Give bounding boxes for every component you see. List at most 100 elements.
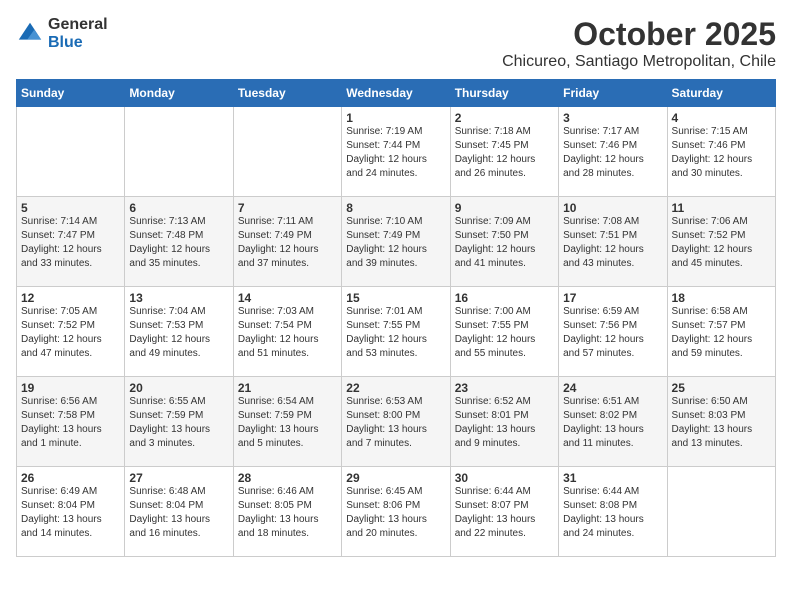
calendar-cell: 18Sunrise: 6:58 AMSunset: 7:57 PMDayligh…	[667, 287, 775, 377]
calendar-cell: 4Sunrise: 7:15 AMSunset: 7:46 PMDaylight…	[667, 107, 775, 197]
day-number: 20	[129, 381, 228, 395]
cell-info: Sunrise: 6:49 AMSunset: 8:04 PMDaylight:…	[21, 485, 120, 541]
calendar-cell: 20Sunrise: 6:55 AMSunset: 7:59 PMDayligh…	[125, 377, 233, 467]
calendar-cell: 25Sunrise: 6:50 AMSunset: 8:03 PMDayligh…	[667, 377, 775, 467]
day-number: 7	[238, 201, 337, 215]
calendar-cell	[667, 467, 775, 557]
cell-info: Sunrise: 7:10 AMSunset: 7:49 PMDaylight:…	[346, 215, 445, 271]
day-number: 26	[21, 471, 120, 485]
day-number: 30	[455, 471, 554, 485]
day-header-monday: Monday	[125, 80, 233, 107]
calendar-cell: 1Sunrise: 7:19 AMSunset: 7:44 PMDaylight…	[342, 107, 450, 197]
calendar-cell: 13Sunrise: 7:04 AMSunset: 7:53 PMDayligh…	[125, 287, 233, 377]
day-header-thursday: Thursday	[450, 80, 558, 107]
cell-info: Sunrise: 7:11 AMSunset: 7:49 PMDaylight:…	[238, 215, 337, 271]
calendar-cell	[17, 107, 125, 197]
day-number: 11	[672, 201, 771, 215]
cell-info: Sunrise: 6:45 AMSunset: 8:06 PMDaylight:…	[346, 485, 445, 541]
cell-info: Sunrise: 7:06 AMSunset: 7:52 PMDaylight:…	[672, 215, 771, 271]
day-header-friday: Friday	[559, 80, 667, 107]
day-number: 12	[21, 291, 120, 305]
calendar-cell: 14Sunrise: 7:03 AMSunset: 7:54 PMDayligh…	[233, 287, 341, 377]
day-number: 23	[455, 381, 554, 395]
calendar-cell: 31Sunrise: 6:44 AMSunset: 8:08 PMDayligh…	[559, 467, 667, 557]
cell-info: Sunrise: 6:53 AMSunset: 8:00 PMDaylight:…	[346, 395, 445, 451]
day-number: 15	[346, 291, 445, 305]
cell-info: Sunrise: 7:01 AMSunset: 7:55 PMDaylight:…	[346, 305, 445, 361]
day-header-tuesday: Tuesday	[233, 80, 341, 107]
cell-info: Sunrise: 7:18 AMSunset: 7:45 PMDaylight:…	[455, 125, 554, 181]
calendar-cell: 9Sunrise: 7:09 AMSunset: 7:50 PMDaylight…	[450, 197, 558, 287]
week-row-2: 5Sunrise: 7:14 AMSunset: 7:47 PMDaylight…	[17, 197, 776, 287]
day-number: 24	[563, 381, 662, 395]
day-number: 6	[129, 201, 228, 215]
calendar-cell: 21Sunrise: 6:54 AMSunset: 7:59 PMDayligh…	[233, 377, 341, 467]
calendar-cell: 24Sunrise: 6:51 AMSunset: 8:02 PMDayligh…	[559, 377, 667, 467]
calendar-cell: 11Sunrise: 7:06 AMSunset: 7:52 PMDayligh…	[667, 197, 775, 287]
day-number: 1	[346, 111, 445, 125]
cell-info: Sunrise: 7:09 AMSunset: 7:50 PMDaylight:…	[455, 215, 554, 271]
logo-blue: Blue	[48, 34, 83, 51]
calendar-cell: 2Sunrise: 7:18 AMSunset: 7:45 PMDaylight…	[450, 107, 558, 197]
calendar-cell: 22Sunrise: 6:53 AMSunset: 8:00 PMDayligh…	[342, 377, 450, 467]
cell-info: Sunrise: 6:58 AMSunset: 7:57 PMDaylight:…	[672, 305, 771, 361]
cell-info: Sunrise: 6:59 AMSunset: 7:56 PMDaylight:…	[563, 305, 662, 361]
day-header-saturday: Saturday	[667, 80, 775, 107]
day-number: 13	[129, 291, 228, 305]
cell-info: Sunrise: 7:15 AMSunset: 7:46 PMDaylight:…	[672, 125, 771, 181]
calendar-cell: 27Sunrise: 6:48 AMSunset: 8:04 PMDayligh…	[125, 467, 233, 557]
calendar-cell: 30Sunrise: 6:44 AMSunset: 8:07 PMDayligh…	[450, 467, 558, 557]
cell-info: Sunrise: 6:46 AMSunset: 8:05 PMDaylight:…	[238, 485, 337, 541]
day-number: 3	[563, 111, 662, 125]
week-row-1: 1Sunrise: 7:19 AMSunset: 7:44 PMDaylight…	[17, 107, 776, 197]
day-number: 9	[455, 201, 554, 215]
title-block: October 2025 Chicureo, Santiago Metropol…	[502, 16, 776, 71]
calendar-cell: 19Sunrise: 6:56 AMSunset: 7:58 PMDayligh…	[17, 377, 125, 467]
cell-info: Sunrise: 6:44 AMSunset: 8:08 PMDaylight:…	[563, 485, 662, 541]
day-number: 21	[238, 381, 337, 395]
day-number: 17	[563, 291, 662, 305]
logo-icon	[16, 20, 44, 48]
cell-info: Sunrise: 6:44 AMSunset: 8:07 PMDaylight:…	[455, 485, 554, 541]
day-number: 2	[455, 111, 554, 125]
calendar-cell	[233, 107, 341, 197]
cell-info: Sunrise: 7:08 AMSunset: 7:51 PMDaylight:…	[563, 215, 662, 271]
day-number: 31	[563, 471, 662, 485]
cell-info: Sunrise: 6:52 AMSunset: 8:01 PMDaylight:…	[455, 395, 554, 451]
cell-info: Sunrise: 6:56 AMSunset: 7:58 PMDaylight:…	[21, 395, 120, 451]
calendar-cell: 17Sunrise: 6:59 AMSunset: 7:56 PMDayligh…	[559, 287, 667, 377]
calendar-cell: 12Sunrise: 7:05 AMSunset: 7:52 PMDayligh…	[17, 287, 125, 377]
cell-info: Sunrise: 7:14 AMSunset: 7:47 PMDaylight:…	[21, 215, 120, 271]
day-number: 10	[563, 201, 662, 215]
cell-info: Sunrise: 6:55 AMSunset: 7:59 PMDaylight:…	[129, 395, 228, 451]
logo-general: General	[48, 16, 108, 33]
calendar-cell: 6Sunrise: 7:13 AMSunset: 7:48 PMDaylight…	[125, 197, 233, 287]
calendar-cell: 16Sunrise: 7:00 AMSunset: 7:55 PMDayligh…	[450, 287, 558, 377]
day-number: 14	[238, 291, 337, 305]
day-number: 5	[21, 201, 120, 215]
cell-info: Sunrise: 6:50 AMSunset: 8:03 PMDaylight:…	[672, 395, 771, 451]
day-headers-row: SundayMondayTuesdayWednesdayThursdayFrid…	[17, 80, 776, 107]
cell-info: Sunrise: 7:04 AMSunset: 7:53 PMDaylight:…	[129, 305, 228, 361]
subtitle: Chicureo, Santiago Metropolitan, Chile	[502, 53, 776, 71]
calendar-cell: 3Sunrise: 7:17 AMSunset: 7:46 PMDaylight…	[559, 107, 667, 197]
main-title: October 2025	[502, 16, 776, 53]
week-row-4: 19Sunrise: 6:56 AMSunset: 7:58 PMDayligh…	[17, 377, 776, 467]
calendar-table: SundayMondayTuesdayWednesdayThursdayFrid…	[16, 79, 776, 557]
cell-info: Sunrise: 7:00 AMSunset: 7:55 PMDaylight:…	[455, 305, 554, 361]
calendar-cell: 29Sunrise: 6:45 AMSunset: 8:06 PMDayligh…	[342, 467, 450, 557]
calendar-cell: 15Sunrise: 7:01 AMSunset: 7:55 PMDayligh…	[342, 287, 450, 377]
cell-info: Sunrise: 6:54 AMSunset: 7:59 PMDaylight:…	[238, 395, 337, 451]
calendar-cell: 23Sunrise: 6:52 AMSunset: 8:01 PMDayligh…	[450, 377, 558, 467]
logo: General Blue	[16, 16, 108, 52]
day-number: 28	[238, 471, 337, 485]
cell-info: Sunrise: 7:13 AMSunset: 7:48 PMDaylight:…	[129, 215, 228, 271]
cell-info: Sunrise: 6:48 AMSunset: 8:04 PMDaylight:…	[129, 485, 228, 541]
calendar-cell: 5Sunrise: 7:14 AMSunset: 7:47 PMDaylight…	[17, 197, 125, 287]
cell-info: Sunrise: 7:03 AMSunset: 7:54 PMDaylight:…	[238, 305, 337, 361]
day-header-sunday: Sunday	[17, 80, 125, 107]
day-number: 19	[21, 381, 120, 395]
day-number: 8	[346, 201, 445, 215]
week-row-5: 26Sunrise: 6:49 AMSunset: 8:04 PMDayligh…	[17, 467, 776, 557]
calendar-cell: 10Sunrise: 7:08 AMSunset: 7:51 PMDayligh…	[559, 197, 667, 287]
